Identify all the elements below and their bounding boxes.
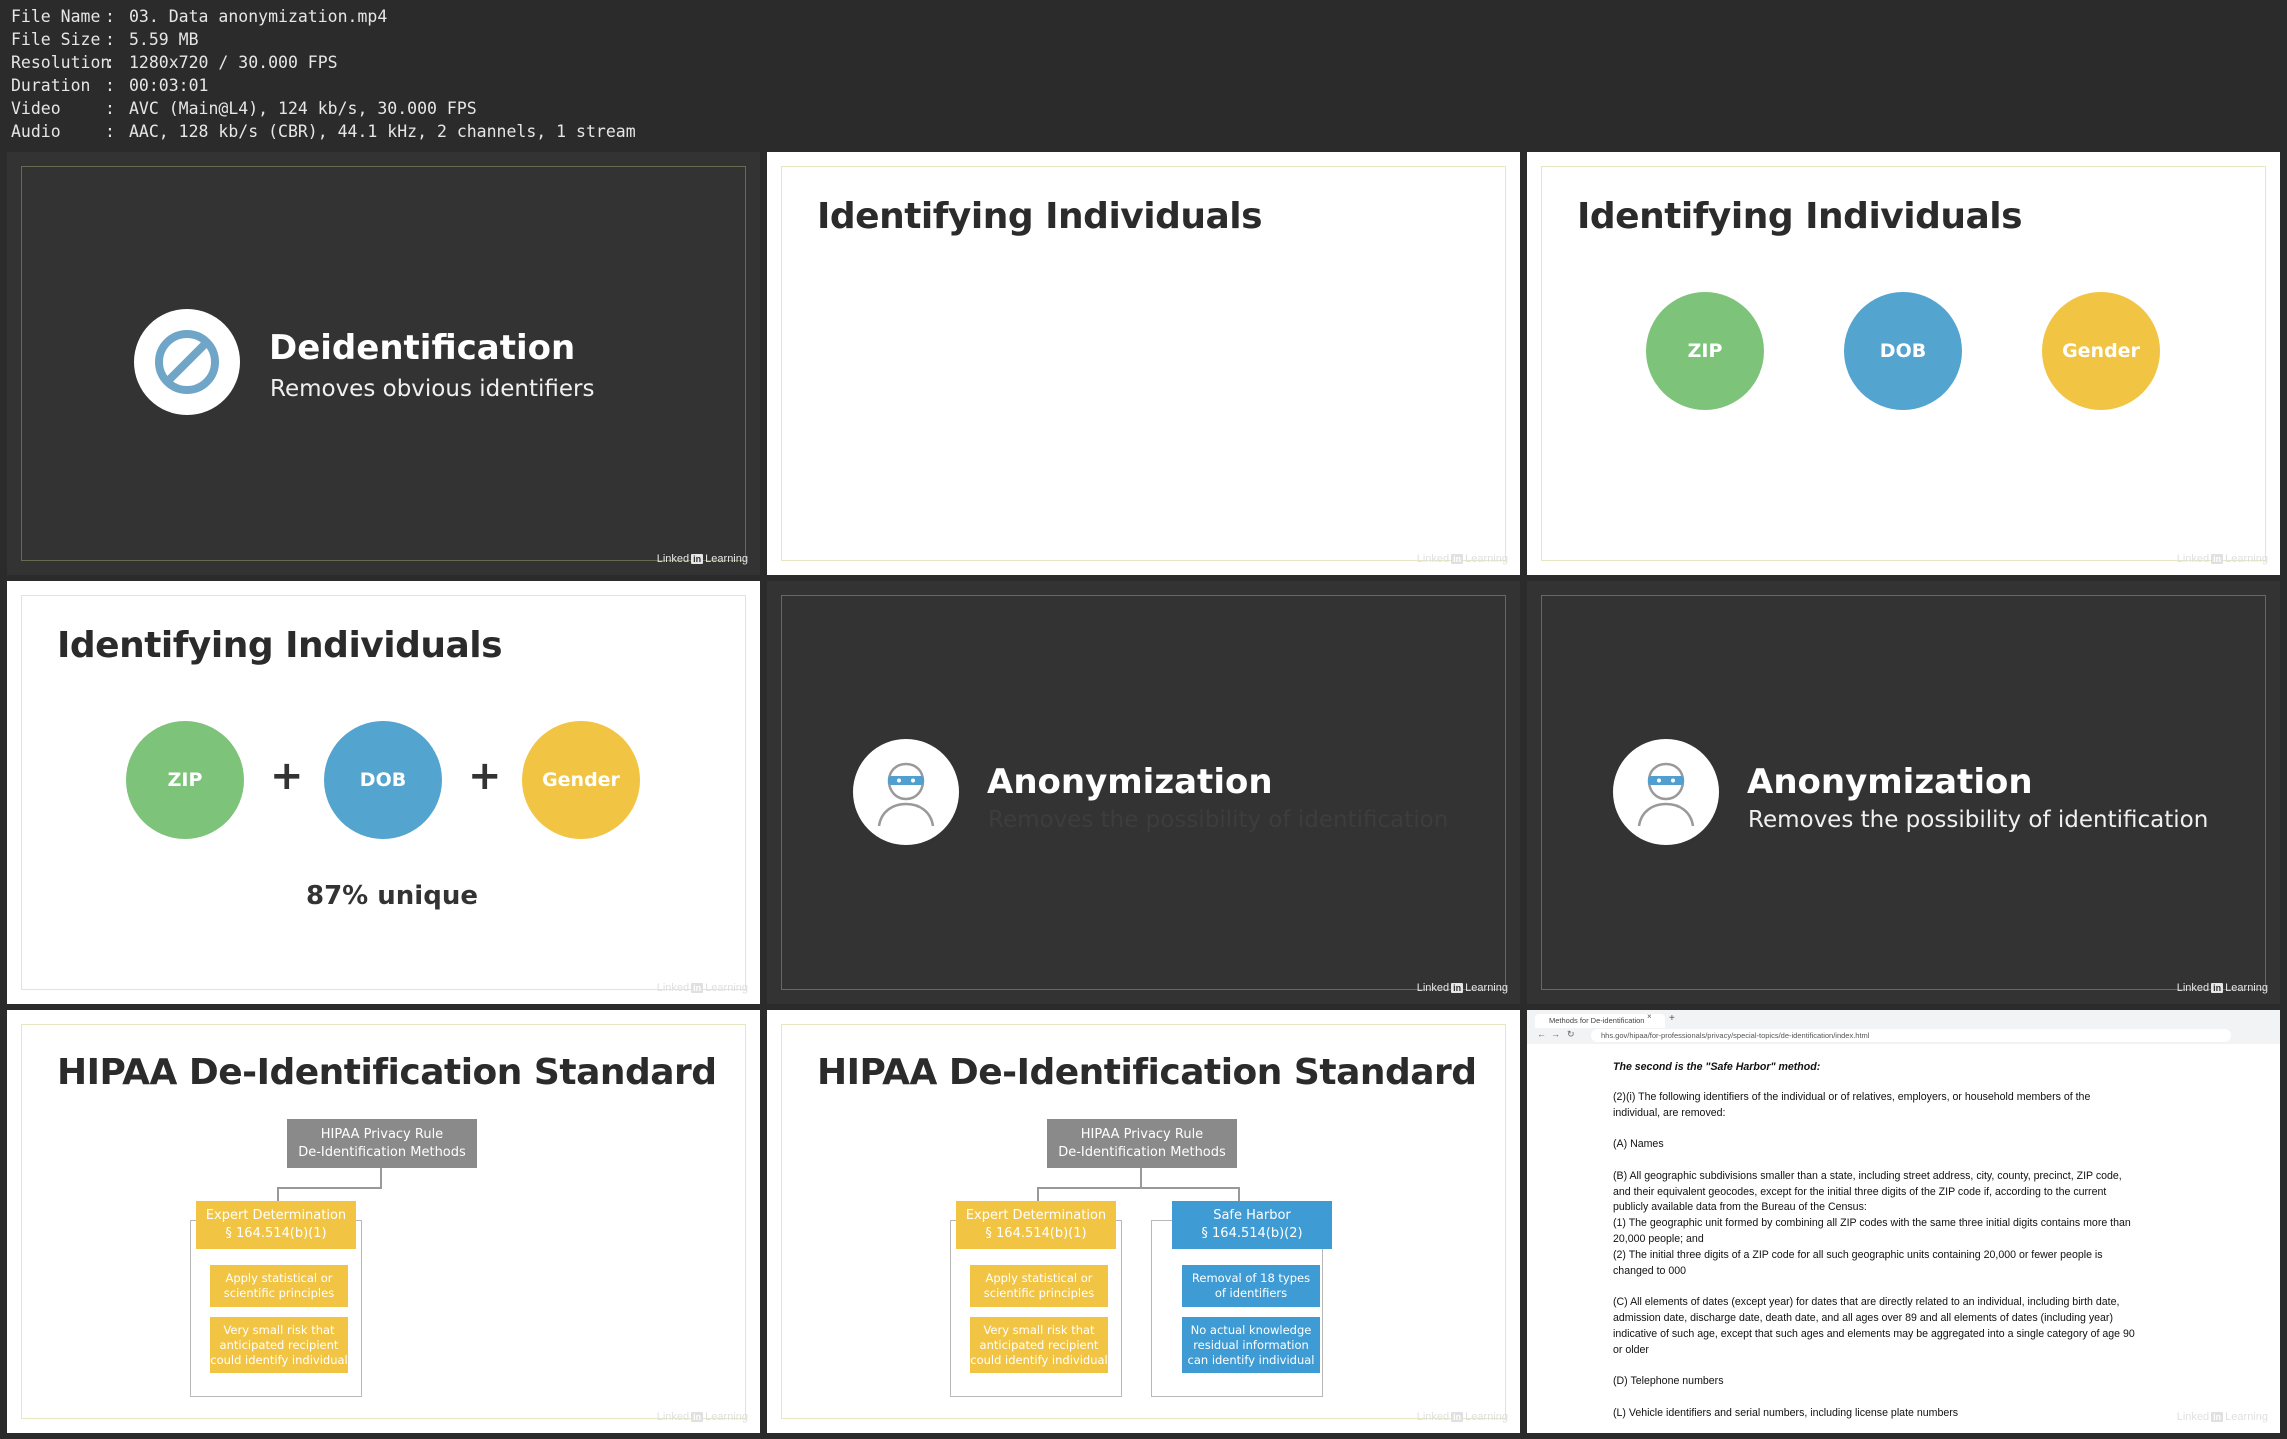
- safe-harbor-item: Removal of 18 types of identifiers: [1182, 1265, 1320, 1307]
- safe-harbor-item: No actual knowledge residual information c…: [1182, 1317, 1320, 1373]
- back-icon[interactable]: ←: [1537, 1029, 1546, 1039]
- file-info-key: File Size: [11, 30, 101, 49]
- file-info-row: Duration:00:03:01: [11, 74, 636, 97]
- linkedin-learning-logo: Linked in Learning: [656, 1411, 748, 1423]
- slide-title: Anonymization: [987, 762, 1273, 802]
- file-info-separator: :: [105, 30, 115, 49]
- new-tab-icon[interactable]: +: [1669, 1013, 1675, 1024]
- file-info-key: Resolution: [11, 53, 111, 72]
- file-info-value: 1280x720 / 30.000 FPS: [129, 53, 338, 72]
- prohibition-icon: [134, 309, 240, 415]
- linkedin-learning-logo: Linked in Learning: [1416, 553, 1508, 565]
- file-info-value: AAC, 128 kb/s (CBR), 44.1 kHz, 2 channel…: [129, 122, 636, 141]
- thumbnail-anonymization-2[interactable]: Anonymization Removes the possibility of…: [1527, 581, 2280, 1004]
- privacy-rule-box: HIPAA Privacy Rule De-Identification Meth…: [287, 1119, 477, 1168]
- file-info-row: File Name:03. Data anonymization.mp4: [11, 5, 636, 28]
- file-info-key: Video: [11, 99, 61, 118]
- linkedin-learning-logo: Linked in Learning: [1416, 982, 1508, 994]
- browser-tab[interactable]: Methods for De-identification: [1535, 1014, 1665, 1028]
- browser-chrome: Methods for De-identification × + ← → ↻ …: [1527, 1010, 2280, 1044]
- plus-sign: +: [270, 753, 304, 799]
- privacy-rule-box: HIPAA Privacy Rule De-Identification Meth…: [1047, 1119, 1237, 1168]
- file-info-value: AVC (Main@L4), 124 kb/s, 30.000 FPS: [129, 99, 477, 118]
- safe-harbor-box: Safe Harbor § 164.514(b)(2): [1172, 1201, 1332, 1249]
- expert-item: Very small risk that anticipated recipien…: [970, 1317, 1108, 1373]
- slide-subtitle: Removes the possibility of identificatio…: [1748, 807, 2209, 833]
- expert-determination-box: Expert Determination § 164.514(b)(1): [956, 1201, 1116, 1249]
- slide-title: Anonymization: [1747, 762, 2033, 802]
- reload-icon[interactable]: ↻: [1567, 1029, 1575, 1040]
- doc-paragraph: (A) Names: [1613, 1138, 1664, 1151]
- address-bar[interactable]: hhs.gov/hipaa/for-professionals/privacy/…: [1591, 1029, 2231, 1042]
- linkedin-learning-logo: Linked in Learning: [2176, 553, 2268, 565]
- dob-circle: DOB: [324, 721, 442, 839]
- slide-subtitle: Removes the possibility of identificatio…: [988, 807, 1449, 833]
- close-icon[interactable]: ×: [1647, 1012, 1652, 1021]
- unique-percent: 87% unique: [306, 881, 478, 911]
- doc-paragraph: (B) All geographic subdivisions smaller …: [1613, 1169, 2131, 1277]
- file-info: File Name:03. Data anonymization.mp4 File…: [11, 5, 636, 143]
- doc-lead: The second is the "Safe Harbor" method:: [1613, 1061, 1821, 1073]
- file-info-value: 03. Data anonymization.mp4: [129, 7, 388, 26]
- slide-title: Identifying Individuals: [1577, 196, 2023, 237]
- zip-circle: ZIP: [126, 721, 244, 839]
- file-info-value: 00:03:01: [129, 76, 209, 95]
- thumbnail-hipaa-1[interactable]: HIPAA De-Identification Standard HIPAA P…: [7, 1010, 760, 1433]
- dob-circle: DOB: [1844, 292, 1962, 410]
- doc-paragraph: (D) Telephone numbers: [1613, 1375, 1724, 1388]
- slide-subtitle: Removes obvious identifiers: [270, 376, 595, 402]
- file-info-row: Audio: AAC, 128 kb/s (CBR), 44.1 kHz, 2 c…: [11, 120, 636, 143]
- file-info-separator: :: [105, 76, 115, 95]
- thumbnail-identifying-individuals-3[interactable]: Identifying Individuals ZIP + DOB + Gend…: [7, 581, 760, 1004]
- file-info-value: 5.59 MB: [129, 30, 199, 49]
- linkedin-learning-logo: Linked in Learning: [2176, 982, 2268, 994]
- expert-item: Apply statistical or scientific principle…: [970, 1265, 1108, 1307]
- linkedin-learning-logo: Linked in Learning: [656, 553, 748, 565]
- plus-sign: +: [468, 753, 502, 799]
- zip-circle: ZIP: [1646, 292, 1764, 410]
- thumbnail-browser-safe-harbor[interactable]: Methods for De-identification × + ← → ↻ …: [1527, 1010, 2280, 1433]
- thumbnail-identifying-individuals-1[interactable]: Identifying Individuals Linked in Learning: [767, 152, 1520, 575]
- expert-item: Apply statistical or scientific principle…: [210, 1265, 348, 1307]
- file-info-separator: :: [105, 7, 115, 26]
- linkedin-learning-logo: Linked in Learning: [1416, 1411, 1508, 1423]
- file-info-row: Resolution:1280x720 / 30.000 FPS: [11, 51, 636, 74]
- gender-circle: Gender: [522, 721, 640, 839]
- linkedin-learning-logo: Linked in Learning: [2176, 1411, 2268, 1423]
- thumbnail-identifying-individuals-2[interactable]: Identifying Individuals ZIP DOB Gender L…: [1527, 152, 2280, 575]
- file-info-key: Duration: [11, 76, 91, 95]
- anonymous-person-icon: [853, 739, 959, 845]
- gender-circle: Gender: [2042, 292, 2160, 410]
- thumbnail-anonymization-1[interactable]: Anonymization Removes the possibility of…: [767, 581, 1520, 1004]
- file-info-key: File Name: [11, 7, 101, 26]
- expert-item: Very small risk that anticipated recipien…: [210, 1317, 348, 1373]
- doc-paragraph: (L) Vehicle identifiers and serial numbe…: [1613, 1406, 1959, 1419]
- slide-title: Identifying Individuals: [57, 625, 503, 666]
- document-content: The second is the "Safe Harbor" method: …: [1613, 1060, 2138, 1433]
- file-info-separator: :: [105, 53, 115, 72]
- expert-determination-box: Expert Determination § 164.514(b)(1): [196, 1201, 356, 1249]
- file-info-row: Video: AVC (Main@L4), 124 kb/s, 30.000 FP…: [11, 97, 636, 120]
- slide-title: Deidentification: [269, 328, 576, 368]
- forward-icon[interactable]: →: [1551, 1029, 1560, 1039]
- file-info-separator: :: [105, 99, 115, 118]
- doc-paragraph: (C) All elements of dates (except year) …: [1613, 1296, 2135, 1356]
- doc-paragraph: (2)(i) The following identifiers of the …: [1613, 1090, 2091, 1119]
- file-info-key: Audio: [11, 122, 61, 141]
- thumbnail-deidentification[interactable]: Deidentification Removes obvious identif…: [7, 152, 760, 575]
- file-info-separator: :: [105, 122, 115, 141]
- anonymous-person-icon: [1613, 739, 1719, 845]
- slide-title: Identifying Individuals: [817, 196, 1263, 237]
- linkedin-learning-logo: Linked in Learning: [656, 982, 748, 994]
- slide-title: HIPAA De-Identification Standard: [817, 1052, 1477, 1093]
- slide-title: HIPAA De-Identification Standard: [57, 1052, 717, 1093]
- thumbnail-hipaa-2[interactable]: HIPAA De-Identification Standard HIPAA P…: [767, 1010, 1520, 1433]
- file-info-row: File Size:5.59 MB: [11, 28, 636, 51]
